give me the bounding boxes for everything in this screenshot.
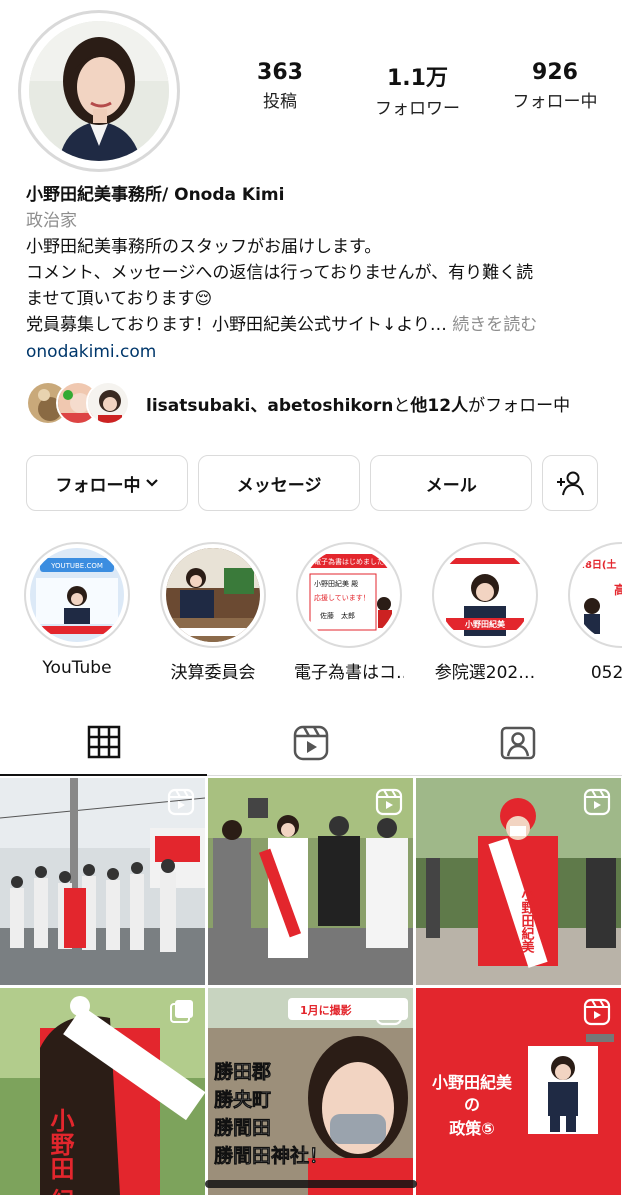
email-button[interactable]: メール	[370, 455, 533, 511]
posts-label: 投稿	[263, 92, 297, 112]
bio-text: 小野田紀美事務所のスタッフがお届けします。 コメント、メッセージへの返信は行って…	[26, 237, 534, 309]
mutual-avatars	[26, 378, 134, 428]
highlight-cover-5: 28日(土 高市	[574, 548, 622, 642]
highlight-3-addressee: 小野田紀美 殿	[314, 579, 358, 588]
tile-6-line-1: 小野田紀美	[432, 1073, 513, 1092]
highlight-cover-3: 電子為書はじめました 小野田紀美 殿 応援しています！ 佐藤 太郎	[302, 548, 396, 642]
highlight-3-signature: 佐藤 太郎	[320, 611, 355, 620]
post-tile-4[interactable]: 小野田 紀美	[0, 988, 205, 1195]
tile-6-line-2: の	[464, 1095, 480, 1114]
reel-badge-icon	[583, 998, 611, 1030]
highlight-cover-1: YOUTUBE.COM	[30, 548, 124, 642]
multi-post-icon	[169, 998, 195, 1028]
posts-count: 363	[257, 60, 303, 85]
following-count: 926	[532, 60, 578, 85]
following-label: フォロー中	[512, 92, 598, 112]
post-tile-1[interactable]	[0, 778, 205, 985]
profile-category: 政治家	[26, 211, 77, 231]
following-stat[interactable]: 926 フォロー中	[500, 60, 610, 119]
home-indicator[interactable]	[205, 1180, 417, 1188]
message-button[interactable]: メッセージ	[198, 455, 361, 511]
post-tile-5[interactable]: 1月に撮影 勝田郡 勝央町 勝間田 勝間田神社！	[208, 988, 413, 1195]
followed-by-text: lisatsubaki、abetoshikornと他12人がフォロー中	[146, 391, 570, 416]
reel-badge-icon	[375, 788, 403, 820]
followers-stat[interactable]: 1.1万 フォロワー	[363, 60, 473, 119]
tile-5-banner: 1月に撮影	[300, 1003, 352, 1017]
followers-label: フォロワー	[375, 99, 460, 119]
bio-last-line: 党員募集しております！小野田紀美公式サイト↓より… 続きを読む	[26, 312, 606, 338]
profile-actions: フォロー中 メッセージ メール	[26, 455, 598, 511]
post-tile-6[interactable]: 小野田紀美 の 政策⑤	[416, 988, 621, 1195]
message-button-label: メッセージ	[236, 475, 322, 496]
website-link[interactable]: onodakimi.com	[26, 338, 606, 366]
profile-avatar[interactable]	[18, 10, 180, 172]
profile-name: 小野田紀美事務所/ Onoda Kimi	[26, 185, 285, 205]
tile-5-line-3: 勝間田	[214, 1116, 271, 1139]
avatar-photo	[29, 21, 169, 161]
read-more-link[interactable]: 続きを読む	[452, 315, 537, 335]
story-highlights: YOUTUBE.COM YouTube 決算委員会 電子為書はじめました 小野田…	[0, 542, 622, 682]
tile-5-line-4: 勝間田神社！	[214, 1144, 328, 1167]
tab-reels[interactable]	[207, 710, 415, 776]
highlight-3-caption: 電子為書はじめました	[314, 557, 384, 566]
highlight-5-title: 高市	[614, 582, 622, 597]
tile-5-line-2: 勝央町	[214, 1088, 271, 1111]
highlight-label: 参院選202…	[434, 663, 536, 682]
highlight-label: 0528県	[590, 663, 622, 682]
highlight-label: 電子為書はコ…	[294, 663, 404, 682]
add-person-icon	[555, 470, 585, 496]
highlight-4-name: 小野田紀美	[464, 619, 506, 629]
highlight-cover-2	[166, 548, 260, 642]
highlight-e-letter[interactable]: 電子為書はじめました 小野田紀美 殿 応援しています！ 佐藤 太郎 電子為書はコ…	[294, 542, 404, 682]
tab-posts-grid[interactable]	[0, 710, 208, 776]
profile-tabs	[0, 710, 622, 776]
email-button-label: メール	[425, 475, 477, 496]
highlight-label: YouTube	[42, 658, 112, 678]
post-tile-2[interactable]	[208, 778, 413, 985]
highlight-3-message: 応援しています！	[314, 593, 370, 602]
reel-badge-icon	[583, 788, 611, 820]
chevron-down-icon	[145, 476, 159, 490]
mutual-conjunction: と	[393, 395, 411, 416]
suggest-people-button[interactable]	[542, 455, 598, 511]
tab-tagged[interactable]	[414, 710, 622, 776]
following-button-label: フォロー中	[55, 475, 141, 496]
followed-by-row[interactable]: lisatsubaki、abetoshikornと他12人がフォロー中	[26, 378, 606, 428]
posts-stat: 363 投稿	[225, 60, 335, 119]
mutual-others: 他12人	[410, 395, 469, 416]
followers-count: 1.1万	[387, 66, 448, 91]
highlight-label: 決算委員会	[170, 663, 256, 682]
highlight-1-caption: YOUTUBE.COM	[50, 562, 103, 570]
highlight-youtube[interactable]: YOUTUBE.COM YouTube	[22, 542, 132, 678]
reels-icon	[293, 725, 329, 761]
tagged-icon	[500, 725, 536, 761]
profile-stats: 363 投稿 1.1万 フォロワー 926 フォロー中	[225, 60, 610, 119]
tile-4-sash-text: 小野田 紀美	[46, 1108, 74, 1195]
highlight-5-date: 28日(土	[578, 558, 617, 571]
following-button[interactable]: フォロー中	[26, 455, 189, 511]
mutual-avatar-3	[86, 381, 130, 425]
reel-badge-icon	[375, 998, 403, 1030]
mutual-names: lisatsubaki、abetoshikorn	[146, 395, 394, 416]
highlight-budget-committee[interactable]: 決算委員会	[158, 542, 268, 682]
highlight-election[interactable]: 小野田紀美 参院選202…	[430, 542, 540, 682]
tile-6-line-3: 政策⑤	[449, 1119, 495, 1138]
grid-icon	[87, 725, 121, 759]
bio-truncated-text: 党員募集しております！小野田紀美公式サイト↓より…	[26, 315, 447, 335]
reel-badge-icon	[167, 788, 195, 820]
highlight-cover-4: 小野田紀美	[438, 548, 532, 642]
profile-bio: 小野田紀美事務所/ Onoda Kimi 政治家 小野田紀美事務所のスタッフがお…	[26, 182, 606, 366]
tile-3-sash-text: 小野田紀美	[519, 888, 535, 954]
tile-5-line-1: 勝田郡	[214, 1060, 271, 1083]
post-tile-3[interactable]: 小野田紀美	[416, 778, 621, 985]
highlight-convention[interactable]: 28日(土 高市 0528県	[566, 542, 622, 682]
mutual-suffix: がフォロー中	[468, 395, 571, 416]
